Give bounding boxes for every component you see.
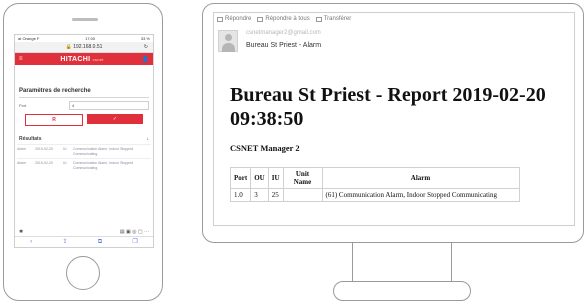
cell-port: 1.0	[229, 188, 252, 202]
port-input[interactable]: 4	[69, 101, 149, 110]
cell: IU	[63, 161, 67, 165]
bluetooth-icon: ✱	[19, 229, 24, 235]
app-header: ≡ HITACHI csnet 👤	[15, 53, 153, 65]
report-title: Bureau St Priest - Report 2019-02-20 09:…	[230, 84, 546, 130]
forward-icon	[315, 16, 322, 22]
col-iu: IU	[267, 167, 284, 189]
search-button[interactable]: ✓	[87, 114, 143, 124]
status-time: 17:00	[85, 36, 96, 41]
divider	[19, 97, 149, 98]
cell-unit-name	[282, 188, 323, 202]
forward-button[interactable]: Transférer	[315, 16, 351, 22]
button-row: R ✓	[25, 114, 143, 126]
status-bar: at Orange F 17:00 33 %	[15, 35, 153, 42]
address-bar[interactable]: 🔒 192.168.0.51 ↻	[15, 42, 153, 53]
home-button[interactable]	[66, 256, 100, 290]
browser-bottom-bar: ‹ ⇪ ⧉ ❐	[15, 236, 153, 247]
back-icon[interactable]: ‹	[30, 237, 32, 247]
port-field-row: Port 4	[19, 101, 149, 110]
col-alarm: Alarm	[321, 167, 520, 189]
reply-all-button[interactable]: Répondre à tous	[257, 16, 310, 22]
reply-icon	[217, 16, 223, 22]
cell: 2019-02-20	[35, 161, 53, 165]
table-header-row: Port OU IU Unit Name Alarm	[229, 167, 520, 189]
port-label: Port	[19, 103, 27, 108]
page-subline	[15, 74, 153, 80]
col-unit-name: Unit Name	[282, 167, 323, 189]
col-port: Port	[229, 167, 252, 189]
cell-alarm: (61) Communication Alarm, Indoor Stopped…	[321, 188, 520, 202]
results-title: Résultats	[19, 136, 42, 142]
alarm-table: Port OU IU Unit Name Alarm 1.0 3 25 (61)…	[229, 167, 520, 202]
reload-icon[interactable]: ↻	[144, 42, 148, 52]
monitor-screen: Répondre Répondre à tous Transférer csne…	[213, 12, 575, 226]
reset-button[interactable]: R	[25, 114, 83, 126]
email-toolbar: Répondre Répondre à tous Transférer	[214, 13, 574, 25]
phone-speaker	[72, 18, 98, 21]
reply-button[interactable]: Répondre	[217, 16, 251, 22]
cell: Communication Alarm, Indoor Stopped Comm…	[73, 147, 134, 156]
cell-ou: 3	[250, 188, 269, 202]
monitor-base	[333, 281, 471, 301]
table-row[interactable]: Alarm 2019-02-20 IU Communication Alarm,…	[17, 158, 151, 170]
menu-icon[interactable]: ≡	[19, 56, 23, 62]
sender-address: csnetmanager2@gmail.com	[246, 30, 321, 36]
share-icon[interactable]: ⇪	[62, 237, 67, 247]
download-icon[interactable]: ↓	[147, 136, 150, 142]
cell: 2019-02-20	[35, 147, 53, 151]
cell: IU	[63, 147, 67, 151]
reply-all-icon	[257, 16, 264, 22]
pagination-icons: ✱ ▤ ▣ ◎ ▢ ⋯	[15, 229, 153, 236]
desktop-monitor: Répondre Répondre à tous Transférer csne…	[202, 3, 584, 243]
user-icon[interactable]: 👤	[142, 56, 149, 63]
tabs-icon[interactable]: ❐	[132, 237, 137, 247]
bookmarks-icon[interactable]: ⧉	[98, 237, 102, 247]
email-subject: Bureau St Priest - Alarm	[246, 42, 322, 49]
cell: Alarm	[17, 161, 27, 165]
manager-name: CSNET Manager 2	[230, 143, 300, 153]
col-ou: OU	[250, 167, 269, 189]
smartphone: at Orange F 17:00 33 % 🔒 192.168.0.51 ↻ …	[3, 3, 163, 301]
cell: Alarm	[17, 147, 27, 151]
phone-screen: at Orange F 17:00 33 % 🔒 192.168.0.51 ↻ …	[14, 34, 154, 248]
email-header: csnetmanager2@gmail.com Bureau St Priest…	[214, 27, 574, 57]
table-row: 1.0 3 25 (61) Communication Alarm, Indoo…	[229, 188, 520, 202]
lock-icon: 🔒	[65, 44, 74, 50]
avatar	[218, 30, 238, 52]
battery-text: 33 %	[140, 36, 150, 41]
cell-iu: 25	[267, 188, 284, 202]
brand-logo: HITACHI csnet	[60, 55, 104, 63]
toolbar-icons[interactable]: ▤ ▣ ◎ ▢ ⋯	[120, 229, 149, 236]
monitor-stand	[352, 243, 452, 281]
carrier-text: at Orange F	[18, 36, 40, 41]
table-row[interactable]: Alarm 2019-02-20 IU Communication Alarm,…	[17, 144, 151, 156]
params-title: Paramètres de recherche	[19, 88, 91, 94]
url-text: 192.168.0.51	[73, 44, 103, 50]
results-header: Résultats ↓	[19, 136, 149, 142]
cell: Communication Alarm, Indoor Stopped Comm…	[73, 161, 134, 170]
email-body: Bureau St Priest - Report 2019-02-20 09:…	[229, 83, 570, 202]
